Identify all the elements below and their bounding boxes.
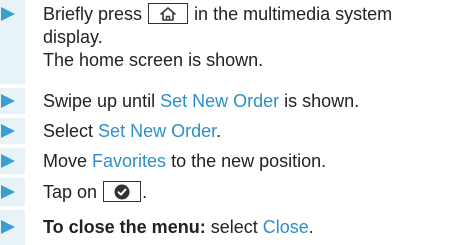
step-text-before: Swipe up until xyxy=(43,91,156,111)
step-tap-confirm: Tap on . xyxy=(0,178,469,206)
home-icon xyxy=(148,3,189,24)
step-arrow-icon xyxy=(1,154,15,168)
step-text-after: . xyxy=(216,121,222,141)
step-text: Swipe up until Set New Order is shown. xyxy=(43,88,463,113)
step-move-favorites: Move Favorites to the new position. xyxy=(0,148,469,174)
close-link: Close xyxy=(262,217,309,237)
step-arrow-icon xyxy=(1,7,15,21)
step-text: Select Set New Order. xyxy=(43,118,463,143)
step-text: Move Favorites to the new position. xyxy=(43,148,463,173)
step-close-menu: To close the menu: select Close. xyxy=(0,210,469,245)
step-bold-label: To close the menu: xyxy=(43,217,206,237)
checkmark-circle-icon xyxy=(103,181,142,202)
favorites-link: Favorites xyxy=(92,151,167,171)
step-text-after: to the new position. xyxy=(171,151,327,171)
set-new-order-link: Set New Order xyxy=(98,121,217,141)
step-text: Tap on . xyxy=(43,178,463,204)
step-text-before: Select xyxy=(43,121,94,141)
step-arrow-icon xyxy=(1,94,15,108)
step-text-before: Tap on xyxy=(43,182,98,202)
step-text-before: Briefly press xyxy=(43,4,143,24)
step-arrow-icon xyxy=(1,124,15,138)
step-text-before: select xyxy=(210,217,258,237)
step-text-after: is shown. xyxy=(284,91,360,111)
step-text: To close the menu: select Close. xyxy=(43,210,463,239)
step-text-continuation: display. xyxy=(43,27,103,47)
step-swipe-up: Swipe up until Set New Order is shown. xyxy=(0,88,469,114)
step-text-after: . xyxy=(308,217,314,237)
step-result-text: The home screen is shown. xyxy=(43,50,264,70)
step-text: Briefly press in the multimedia system d… xyxy=(43,0,463,72)
step-text-after: . xyxy=(142,182,148,202)
step-select-set-new-order: Select Set New Order. xyxy=(0,118,469,144)
step-text-after: in the multimedia system xyxy=(194,4,393,24)
step-press-home: Briefly press in the multimedia system d… xyxy=(0,0,469,84)
step-text-before: Move xyxy=(43,151,88,171)
set-new-order-link: Set New Order xyxy=(160,91,280,111)
step-arrow-icon xyxy=(1,220,15,234)
step-arrow-icon xyxy=(1,185,15,199)
